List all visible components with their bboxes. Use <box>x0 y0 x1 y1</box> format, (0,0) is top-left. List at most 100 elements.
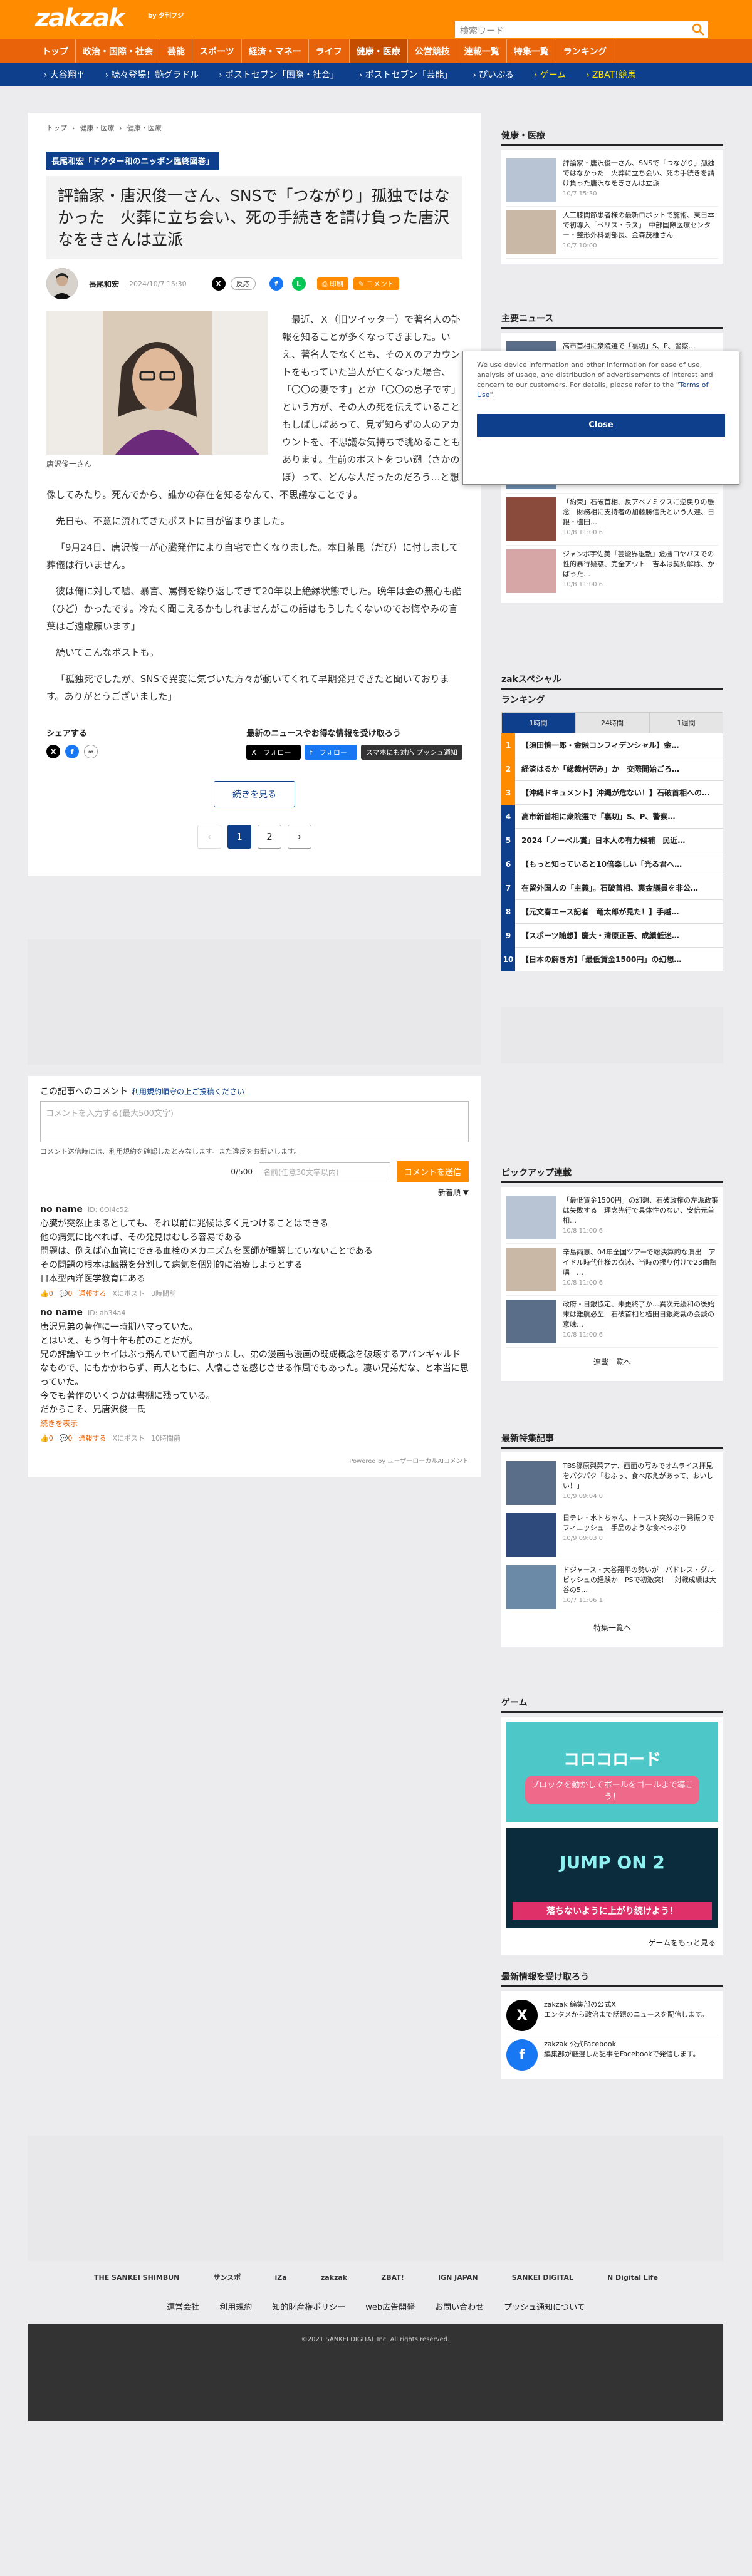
ranking-item[interactable]: 5 2024「ノーベル賞」日本人の有力候補 民近… <box>501 828 723 852</box>
push-notify-button[interactable]: スマホにも対応 プッシュ通知 <box>360 745 462 760</box>
subnav-item[interactable]: 続々登場！艶グラドル <box>97 68 211 81</box>
facebook-share-icon[interactable]: f <box>65 745 79 758</box>
ranking-item[interactable]: 10 【日本の解き方】「最低賃金1500円」の幻想… <box>501 947 723 971</box>
news-item[interactable]: ドジャース・大谷翔平の勢いが パドレス・ダルビッシュの経験か PSで初激突！ 対… <box>506 1561 718 1613</box>
ranking-tab[interactable]: 24時間 <box>575 712 649 733</box>
nav-item[interactable]: 公営競技 <box>408 39 457 63</box>
subnav-item[interactable]: ポストセブン「国際・社会」 <box>210 68 350 81</box>
footer-link[interactable]: web広告開発 <box>365 2300 415 2312</box>
footer-logo[interactable]: SANKEI DIGITAL <box>512 2273 573 2282</box>
ranking-item[interactable]: 7 在留外国人の「主義」。石破首相、裏金議員を非公… <box>501 876 723 900</box>
footer-logo[interactable]: N Digital Life <box>607 2273 658 2282</box>
nav-item[interactable]: 健康・医療 <box>349 39 408 63</box>
footer-link[interactable]: お問い合わせ <box>435 2300 484 2312</box>
nav-item[interactable]: スポーツ <box>192 39 242 63</box>
ranking-item[interactable]: 1 【須田慎一郎・金融コンフィデンシャル】金… <box>501 733 723 757</box>
facebook-follow-card[interactable]: f zakzak 公式Facebook 編集部が厳選した記事をFacebookで発… <box>506 2035 718 2074</box>
author-name[interactable]: 長尾和宏 <box>89 279 119 289</box>
news-item[interactable]: 政府・日銀協定、未更終了か…異次元緩和の後始末は難航必至 石破首相と植田日銀総裁… <box>506 1296 718 1348</box>
series-label[interactable]: 長尾和宏「ドクター和のニッポン臨終図巻」 <box>46 152 219 170</box>
footer-logo[interactable]: zakzak <box>321 2273 347 2282</box>
footer-logo[interactable]: IGN JAPAN <box>438 2273 478 2282</box>
send-comment-button[interactable]: コメントを送信 <box>396 1161 469 1182</box>
nav-item[interactable]: トップ <box>35 39 76 63</box>
like-button[interactable]: 👍0 <box>40 1290 53 1298</box>
x-post-button[interactable]: Xにポスト <box>112 1290 145 1298</box>
search-input[interactable]: 検索ワード <box>454 21 708 38</box>
nav-item[interactable]: 特集一覧 <box>507 39 556 63</box>
footer-logo[interactable]: THE SANKEI SHIMBUN <box>94 2273 179 2282</box>
subnav-item[interactable]: 大谷翔平 <box>35 68 97 81</box>
x-share-icon[interactable]: X <box>211 277 226 291</box>
ranking-item[interactable]: 6 【もっと知っていると10倍楽しい「光る君へ… <box>501 852 723 876</box>
comment-button[interactable]: ✎ コメント <box>353 277 399 290</box>
list-more-link[interactable]: 特集一覧へ <box>506 1613 718 1642</box>
more-games-link[interactable]: ゲームをもっと見る <box>506 1935 718 1950</box>
sort-select[interactable]: 新着順 ▼ <box>40 1187 469 1197</box>
link-copy-icon[interactable]: ∞ <box>84 745 98 758</box>
breadcrumb-item[interactable]: 健康・医療 <box>127 124 162 132</box>
terms-link[interactable]: 利用規約順守の上ご投稿ください <box>132 1087 244 1096</box>
subnav-item[interactable]: ぴいぷる <box>464 68 525 81</box>
nav-item[interactable]: ランキング <box>556 39 615 63</box>
search-icon[interactable] <box>691 22 706 37</box>
nav-item[interactable]: ライフ <box>309 39 350 63</box>
x-post-button[interactable]: Xにポスト <box>112 1434 145 1442</box>
x-follow-card[interactable]: X zakzak 編集部の公式X エンタメから政治まで話題のニュースを配信します。 <box>506 1996 718 2035</box>
page-2[interactable]: 2 <box>258 825 281 849</box>
x-share-icon[interactable]: X <box>46 745 60 758</box>
news-item[interactable]: 日テレ・水トちゃん、トースト突然の一発振りでフィニッシュ 手品のような食べっぷり… <box>506 1509 718 1561</box>
news-item[interactable]: 「最低賃金1500円」の幻想、石破政権の左派政策は失敗する 理念先行で具体性のな… <box>506 1192 718 1244</box>
ranking-item[interactable]: 9 【スポーツ随想】慶大・清原正吾、成績低迷… <box>501 923 723 948</box>
ranking-tab[interactable]: 1週間 <box>649 712 723 733</box>
report-button[interactable]: 通報する <box>78 1434 106 1442</box>
print-button[interactable]: ⎙ 印刷 <box>316 277 348 290</box>
list-more-link[interactable]: 連載一覧へ <box>506 1348 718 1376</box>
footer-link[interactable]: 知的財産権ポリシー <box>272 2300 345 2312</box>
breadcrumb-item[interactable]: 健康・医療 <box>80 124 114 132</box>
like-button[interactable]: 👍0 <box>40 1434 53 1442</box>
reply-button[interactable]: 💬0 <box>60 1290 73 1298</box>
footer-link[interactable]: 運営会社 <box>167 2300 199 2312</box>
game-cororoad[interactable]: コロコロード ブロックを動かしてボールをゴールまで導こう！ <box>506 1722 718 1822</box>
footer-link[interactable]: プッシュ通知について <box>504 2300 585 2312</box>
site-logo[interactable]: zakzak by 夕刊フジ <box>35 4 184 35</box>
cookie-close-button[interactable]: Close <box>477 414 725 437</box>
breadcrumb-item[interactable]: トップ <box>46 124 67 132</box>
news-item[interactable]: 評論家・唐沢俊一さん、SNSで「つながり」孤独ではなかった 火葬に立ち会い、死の… <box>506 155 718 207</box>
nav-item[interactable]: 芸能 <box>160 39 192 63</box>
game-jumpon2[interactable]: JUMP ON 2 落ちないように上がり続けよう！ <box>506 1828 718 1928</box>
react-button[interactable]: 反応 <box>230 277 256 290</box>
subnav-item[interactable]: ZBAT!競馬 <box>577 68 647 81</box>
report-button[interactable]: 通報する <box>78 1290 106 1298</box>
ranking-item[interactable]: 2 経済はるか「総裁村研み」か 交際開始ごろ… <box>501 757 723 781</box>
footer-logo[interactable]: サンスポ <box>214 2272 241 2282</box>
subnav-item[interactable]: ゲーム <box>525 68 577 81</box>
comment-input[interactable]: コメントを入力する(最大500文字) <box>40 1101 469 1142</box>
facebook-share-icon[interactable]: f <box>269 277 283 291</box>
news-item[interactable]: TBS篠原梨菜アナ、画面の写みでオムライス拝見をパクパク「むふぅ、食べ応えがあっ… <box>506 1457 718 1509</box>
news-item[interactable]: 「約束」石破首相、反アベノミクスに逆戻りの懸念 財務相に支持者の加藤勝信氏という… <box>506 494 718 546</box>
ranking-item[interactable]: 8 【元文春エース記者 竜太郎が見た！】手越… <box>501 899 723 924</box>
footer-logo[interactable]: ZBAT! <box>381 2273 404 2282</box>
footer-logo[interactable]: iZa <box>274 2273 286 2282</box>
nav-item[interactable]: 連載一覧 <box>457 39 507 63</box>
nav-item[interactable]: 経済・マネー <box>242 39 309 63</box>
nav-item[interactable]: 政治・国際・社会 <box>76 39 160 63</box>
ranking-tab[interactable]: 1時間 <box>501 712 575 733</box>
ranking-item[interactable]: 4 高市新首相に衆院選で「裏切」S、P、警察… <box>501 804 723 829</box>
line-share-icon[interactable]: L <box>291 277 306 291</box>
facebook-follow-button[interactable]: f フォロー <box>305 745 357 760</box>
next-page-icon[interactable]: › <box>288 825 311 849</box>
read-more-button[interactable]: 続きを見る <box>214 781 295 807</box>
footer-link[interactable]: 利用規約 <box>219 2300 252 2312</box>
news-item[interactable]: ジャンボ宇佐美「芸能界退散」危機ロヤバスでの性的暴行疑惑、完全アウト 吉本は契約… <box>506 546 718 597</box>
name-input[interactable]: 名前(任意30文字以内) <box>258 1162 390 1181</box>
reply-button[interactable]: 💬0 <box>60 1434 73 1442</box>
page-1[interactable]: 1 <box>227 825 251 849</box>
subnav-item[interactable]: ポストセブン「芸能」 <box>350 68 464 81</box>
ranking-item[interactable]: 3 【沖縄ドキュメント】沖縄が危ない！】石破首相への… <box>501 780 723 805</box>
news-item[interactable]: 辛島雨恵、04年全国ツアーで総決算的な演出 アイドル時代仕様の衣装、当時の振り付… <box>506 1244 718 1296</box>
x-follow-button[interactable]: X フォロー <box>246 745 301 760</box>
news-item[interactable]: 人工膝関節患者様の最新ロボットで施術、東日本で初導入「ベリス・ラス」 中部国際医… <box>506 207 718 259</box>
